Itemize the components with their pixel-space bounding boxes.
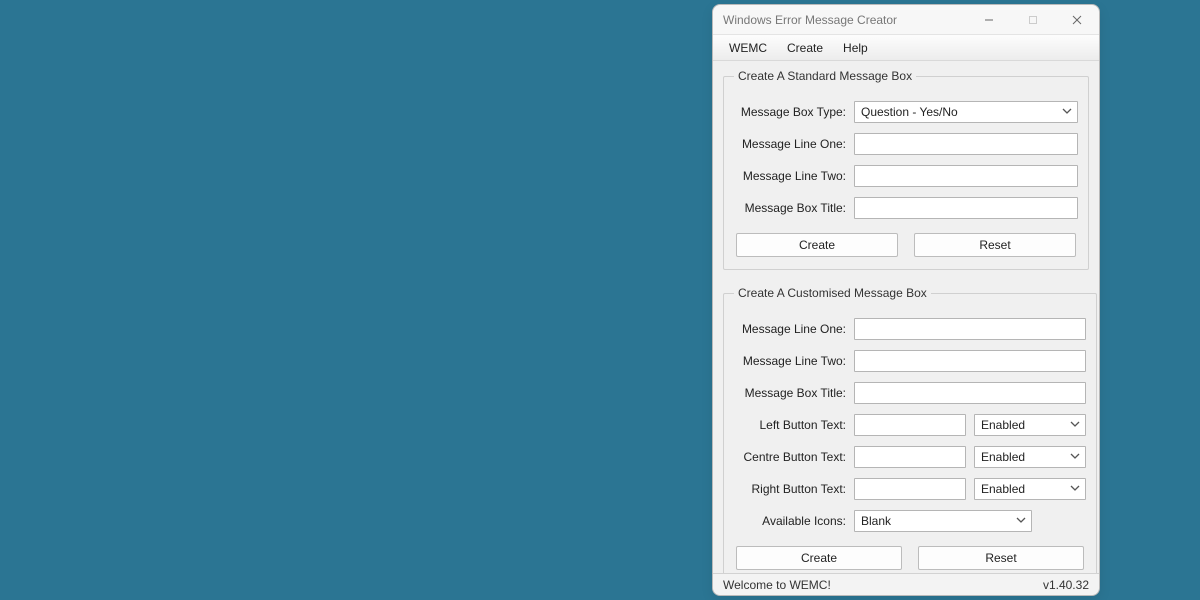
standard-create-button[interactable]: Create bbox=[736, 233, 898, 257]
custom-legend: Create A Customised Message Box bbox=[734, 286, 931, 300]
custom-icons-label: Available Icons: bbox=[734, 514, 854, 528]
standard-title-row: Message Box Title: bbox=[734, 197, 1078, 219]
minimize-icon bbox=[984, 15, 994, 25]
custom-left-state-combo[interactable]: Enabled bbox=[974, 414, 1086, 436]
custom-centre-label: Centre Button Text: bbox=[734, 450, 854, 464]
close-button[interactable] bbox=[1055, 5, 1099, 35]
custom-right-input[interactable] bbox=[854, 478, 966, 500]
custom-centre-state-combo[interactable]: Enabled bbox=[974, 446, 1086, 468]
app-window: Windows Error Message Creator WEMC Creat… bbox=[712, 4, 1100, 596]
maximize-button bbox=[1011, 5, 1055, 35]
close-icon bbox=[1072, 15, 1082, 25]
custom-button-row: Create Reset bbox=[734, 546, 1086, 570]
chevron-down-icon bbox=[1070, 450, 1080, 464]
titlebar: Windows Error Message Creator bbox=[713, 5, 1099, 35]
custom-line1-row: Message Line One: bbox=[734, 318, 1086, 340]
custom-centre-input[interactable] bbox=[854, 446, 966, 468]
custom-left-state-value: Enabled bbox=[981, 418, 1025, 432]
standard-legend: Create A Standard Message Box bbox=[734, 69, 916, 83]
standard-line2-row: Message Line Two: bbox=[734, 165, 1078, 187]
custom-icons-row: Available Icons: Blank bbox=[734, 510, 1086, 532]
custom-title-label: Message Box Title: bbox=[734, 386, 854, 400]
standard-type-row: Message Box Type: Question - Yes/No bbox=[734, 101, 1078, 123]
custom-line2-label: Message Line Two: bbox=[734, 354, 854, 368]
custom-left-input[interactable] bbox=[854, 414, 966, 436]
statusbar: Welcome to WEMC! v1.40.32 bbox=[713, 573, 1099, 595]
standard-line2-input[interactable] bbox=[854, 165, 1078, 187]
maximize-icon bbox=[1028, 15, 1038, 25]
custom-title-row: Message Box Title: bbox=[734, 382, 1086, 404]
standard-type-value: Question - Yes/No bbox=[861, 105, 958, 119]
chevron-down-icon bbox=[1070, 482, 1080, 496]
minimize-button[interactable] bbox=[967, 5, 1011, 35]
custom-icons-value: Blank bbox=[861, 514, 891, 528]
window-controls bbox=[967, 5, 1099, 35]
menu-wemc[interactable]: WEMC bbox=[719, 38, 777, 58]
status-welcome: Welcome to WEMC! bbox=[723, 578, 831, 592]
custom-right-row: Right Button Text: Enabled bbox=[734, 478, 1086, 500]
chevron-down-icon bbox=[1062, 105, 1072, 119]
custom-title-input[interactable] bbox=[854, 382, 1086, 404]
standard-reset-button[interactable]: Reset bbox=[914, 233, 1076, 257]
custom-right-state-combo[interactable]: Enabled bbox=[974, 478, 1086, 500]
custom-icons-combo[interactable]: Blank bbox=[854, 510, 1032, 532]
custom-line1-label: Message Line One: bbox=[734, 322, 854, 336]
standard-line1-label: Message Line One: bbox=[734, 137, 854, 151]
custom-right-label: Right Button Text: bbox=[734, 482, 854, 496]
custom-line1-input[interactable] bbox=[854, 318, 1086, 340]
custom-create-button[interactable]: Create bbox=[736, 546, 902, 570]
standard-line1-input[interactable] bbox=[854, 133, 1078, 155]
standard-line1-row: Message Line One: bbox=[734, 133, 1078, 155]
menu-create[interactable]: Create bbox=[777, 38, 833, 58]
custom-centre-row: Centre Button Text: Enabled bbox=[734, 446, 1086, 468]
standard-title-label: Message Box Title: bbox=[734, 201, 854, 215]
custom-line2-row: Message Line Two: bbox=[734, 350, 1086, 372]
custom-group: Create A Customised Message Box Message … bbox=[723, 286, 1097, 573]
custom-reset-button[interactable]: Reset bbox=[918, 546, 1084, 570]
custom-left-row: Left Button Text: Enabled bbox=[734, 414, 1086, 436]
menu-help[interactable]: Help bbox=[833, 38, 878, 58]
standard-line2-label: Message Line Two: bbox=[734, 169, 854, 183]
custom-line2-input[interactable] bbox=[854, 350, 1086, 372]
standard-button-row: Create Reset bbox=[734, 233, 1078, 257]
custom-centre-state-value: Enabled bbox=[981, 450, 1025, 464]
standard-type-combo[interactable]: Question - Yes/No bbox=[854, 101, 1078, 123]
custom-right-state-value: Enabled bbox=[981, 482, 1025, 496]
standard-group: Create A Standard Message Box Message Bo… bbox=[723, 69, 1089, 270]
menubar: WEMC Create Help bbox=[713, 35, 1099, 61]
chevron-down-icon bbox=[1016, 514, 1026, 528]
status-version: v1.40.32 bbox=[1043, 578, 1089, 592]
chevron-down-icon bbox=[1070, 418, 1080, 432]
custom-left-label: Left Button Text: bbox=[734, 418, 854, 432]
client-area: Create A Standard Message Box Message Bo… bbox=[713, 61, 1099, 573]
window-title: Windows Error Message Creator bbox=[723, 13, 967, 27]
standard-title-input[interactable] bbox=[854, 197, 1078, 219]
standard-type-label: Message Box Type: bbox=[734, 105, 854, 119]
